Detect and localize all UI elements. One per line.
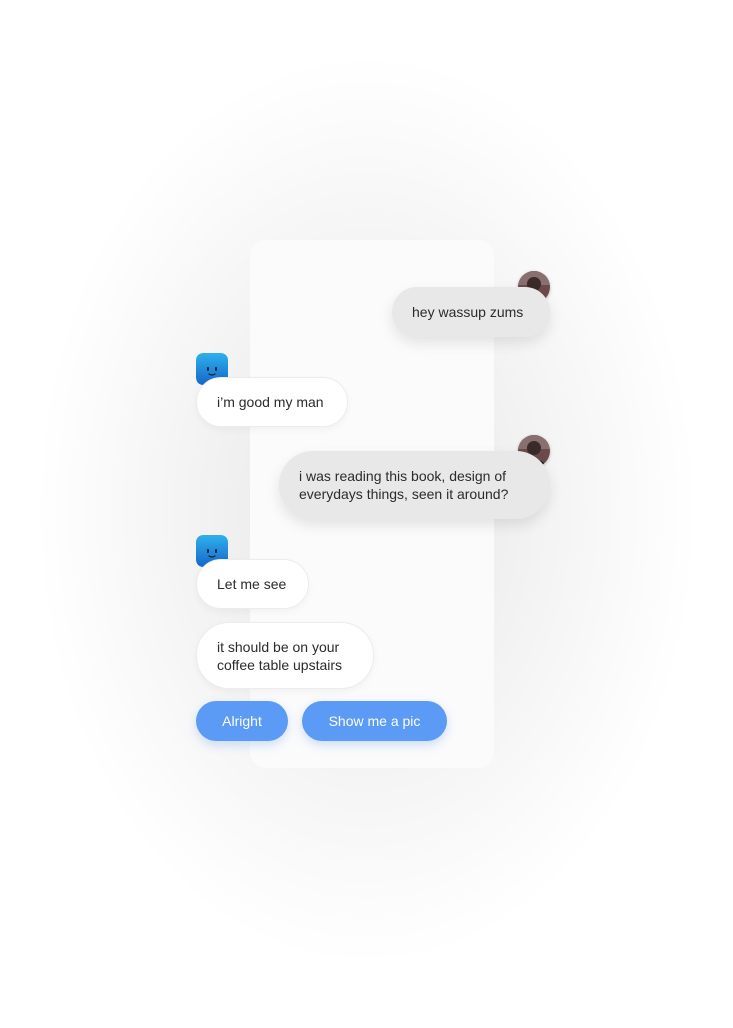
quick-reply-alright-button[interactable]: Alright: [196, 701, 288, 741]
bot-message-3: it should be on your coffee table upstai…: [196, 622, 374, 689]
user-message-1: hey wassup zums: [392, 287, 550, 337]
bot-message-2: Let me see: [196, 559, 309, 609]
user-message-2: i was reading this book, design of every…: [279, 451, 550, 519]
quick-reply-show-pic-button[interactable]: Show me a pic: [302, 701, 447, 741]
bot-message-1: i’m good my man: [196, 377, 348, 427]
